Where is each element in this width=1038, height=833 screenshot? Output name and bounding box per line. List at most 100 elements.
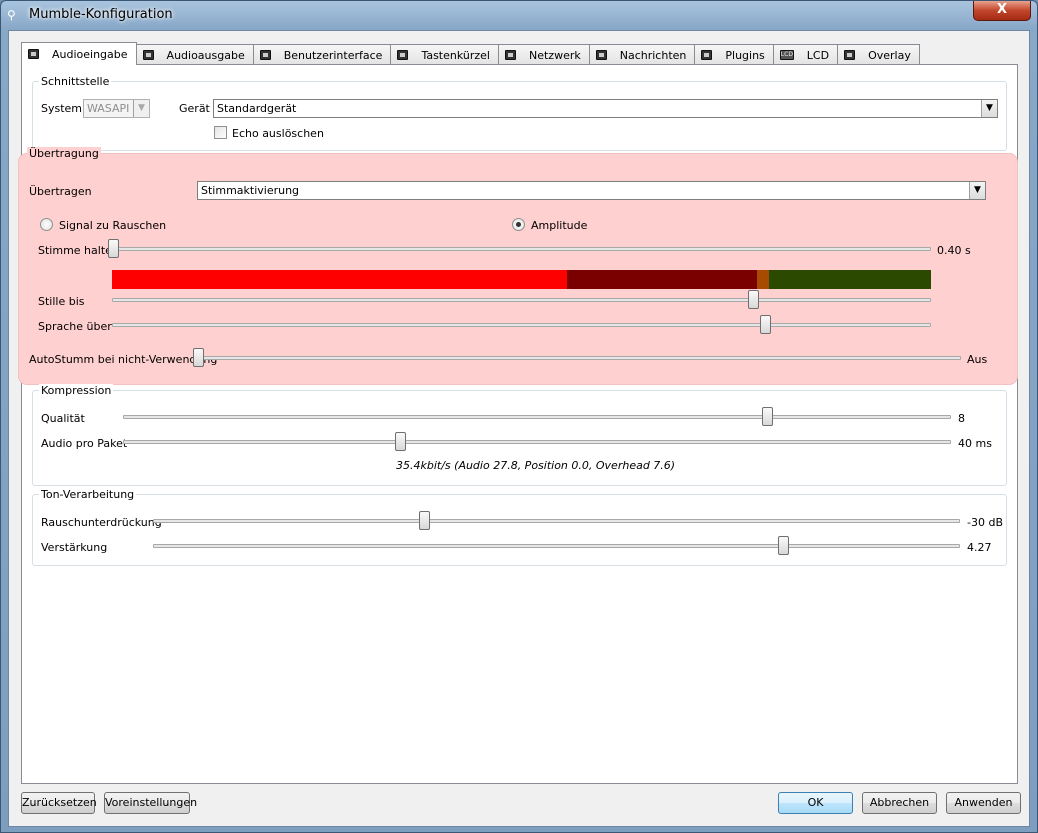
- vu-segment-between: [757, 270, 769, 289]
- title-bar[interactable]: ⚲ Mumble-Konfiguration X: [1, 1, 1037, 29]
- plugin-icon: [701, 50, 713, 60]
- noise-slider-track[interactable]: [153, 511, 960, 530]
- cancel-button[interactable]: Abbrechen: [862, 792, 937, 814]
- speech-slider-track[interactable]: [112, 315, 931, 334]
- hold-value: 0.40 s: [937, 244, 971, 257]
- tab-audio-output[interactable]: Audioausgabe: [136, 44, 254, 65]
- speech-label: Sprache über: [38, 320, 112, 333]
- chevron-down-icon: ▼: [981, 100, 997, 117]
- device-select[interactable]: Standardgerät ▼: [213, 99, 998, 118]
- vu-segment-below: [566, 270, 758, 289]
- silence-label: Stille bis: [38, 295, 85, 308]
- automute-slider-track[interactable]: [193, 348, 961, 367]
- hold-label: Stimme halten: [38, 244, 119, 257]
- group-title: Übertragung: [27, 147, 101, 160]
- echo-checkbox[interactable]: [214, 126, 227, 139]
- automute-label: AutoStumm bei nicht-Verwendung: [29, 353, 218, 366]
- group-title: Ton-Verarbeitung: [39, 488, 137, 501]
- hold-slider-track[interactable]: [108, 239, 931, 258]
- gain-label: Verstärkung: [41, 541, 108, 554]
- system-value: WASAPI: [87, 102, 130, 115]
- tab-network[interactable]: Netzwerk: [498, 44, 590, 65]
- tab-label: Audioeingabe: [52, 47, 128, 61]
- silence-slider-track[interactable]: [112, 290, 931, 309]
- gain-slider-track[interactable]: [153, 536, 960, 555]
- tab-label: Audioausgabe: [166, 48, 245, 62]
- tab-shortcuts[interactable]: Tastenkürzel: [391, 44, 499, 65]
- quality-slider-track[interactable]: [123, 407, 951, 426]
- quality-slider-thumb[interactable]: [761, 407, 773, 426]
- automute-value: Aus: [967, 353, 988, 366]
- reset-button[interactable]: Zurücksetzen: [21, 792, 97, 814]
- radio-amplitude-label: Amplitude: [531, 219, 588, 232]
- chevron-down-icon: ▼: [133, 100, 149, 117]
- system-select[interactable]: WASAPI ▼: [83, 99, 150, 118]
- lcd-icon: LCD: [779, 50, 794, 60]
- audio-output-icon: [142, 50, 154, 60]
- mumble-logo-icon: ⚲: [7, 8, 16, 22]
- radio-snr-label: Signal zu Rauschen: [59, 219, 167, 232]
- audio-input-panel: Schnittstelle System WASAPI ▼ Gerät Stan…: [18, 64, 1018, 784]
- gain-value: 4.27: [967, 541, 992, 554]
- gain-slider-thumb[interactable]: [777, 536, 789, 555]
- voice-level-meter: [112, 270, 931, 289]
- packet-value: 40 ms: [958, 437, 992, 450]
- network-icon: [504, 50, 516, 60]
- keyboard-icon: [397, 50, 409, 60]
- ok-button[interactable]: OK: [778, 792, 853, 814]
- system-label: System: [41, 102, 83, 115]
- apply-button[interactable]: Anwenden: [946, 792, 1021, 814]
- tab-label: Benutzerinterface: [283, 48, 383, 62]
- group-title: Schnittstelle: [39, 75, 112, 88]
- noise-value: -30 dB: [967, 516, 1003, 529]
- quality-value: 8: [958, 412, 965, 425]
- noise-slider-thumb[interactable]: [419, 511, 431, 530]
- messages-icon: [595, 50, 607, 60]
- quality-label: Qualität: [41, 412, 85, 425]
- transmit-value: Stimmaktivierung: [201, 184, 300, 197]
- processing-group: Ton-Verarbeitung Rauschunterdrückung -30…: [32, 488, 1007, 566]
- hold-slider-thumb[interactable]: [108, 239, 119, 258]
- tab-bar: Audioeingabe Audioausgabe Benutzerinterf…: [21, 42, 920, 65]
- vu-segment-active: [112, 270, 567, 289]
- window-icon: [259, 50, 271, 60]
- tab-label: Netzwerk: [528, 48, 581, 62]
- radio-signal-to-noise[interactable]: [40, 218, 53, 231]
- packet-label: Audio pro Paket: [41, 437, 128, 450]
- packet-slider-track[interactable]: [123, 432, 951, 451]
- tab-plugins[interactable]: Plugins: [695, 44, 774, 65]
- vu-segment-above: [768, 270, 931, 289]
- tab-user-interface[interactable]: Benutzerinterface: [253, 44, 392, 65]
- device-value: Standardgerät: [217, 102, 297, 115]
- tab-messages[interactable]: Nachrichten: [589, 44, 696, 65]
- window-title: Mumble-Konfiguration: [29, 7, 173, 22]
- tab-audio-input[interactable]: Audioeingabe: [21, 42, 137, 65]
- overlay-icon: [844, 50, 856, 60]
- dialog-client-area: Audioeingabe Audioausgabe Benutzerinterf…: [8, 30, 1030, 827]
- tab-label: LCD: [806, 48, 830, 62]
- echo-label: Echo auslöschen: [232, 127, 324, 140]
- compression-group: Kompression Qualität 8 Audio pro Paket 4…: [32, 384, 1007, 486]
- tab-label: Plugins: [725, 48, 765, 62]
- tab-label: Overlay: [868, 48, 911, 62]
- tab-lcd[interactable]: LCD LCD: [773, 44, 839, 65]
- transmit-label: Übertragen: [29, 185, 92, 198]
- defaults-button[interactable]: Voreinstellungen: [104, 792, 197, 814]
- speech-slider-thumb[interactable]: [759, 315, 771, 334]
- transmission-group: Übertragung Übertragen Stimmaktivierung …: [18, 147, 1018, 385]
- automute-slider-thumb[interactable]: [193, 348, 204, 367]
- bitrate-status: 35.4kbit/s (Audio 27.8, Position 0.0, Ov…: [396, 459, 676, 472]
- tab-overlay[interactable]: Overlay: [838, 44, 920, 65]
- tab-label: Tastenkürzel: [421, 48, 490, 62]
- chevron-down-icon: ▼: [969, 182, 985, 199]
- packet-slider-thumb[interactable]: [394, 432, 406, 451]
- config-window: ⚲ Mumble-Konfiguration X Audioeingabe Au…: [0, 0, 1038, 833]
- radio-amplitude[interactable]: [512, 218, 525, 231]
- silence-slider-thumb[interactable]: [747, 290, 759, 309]
- device-label: Gerät: [179, 102, 210, 115]
- interface-group: Schnittstelle System WASAPI ▼ Gerät Stan…: [32, 75, 1007, 151]
- noise-label: Rauschunterdrückung: [41, 516, 162, 529]
- group-title: Kompression: [39, 384, 114, 397]
- close-button[interactable]: X: [973, 1, 1031, 21]
- transmit-select[interactable]: Stimmaktivierung ▼: [197, 181, 986, 200]
